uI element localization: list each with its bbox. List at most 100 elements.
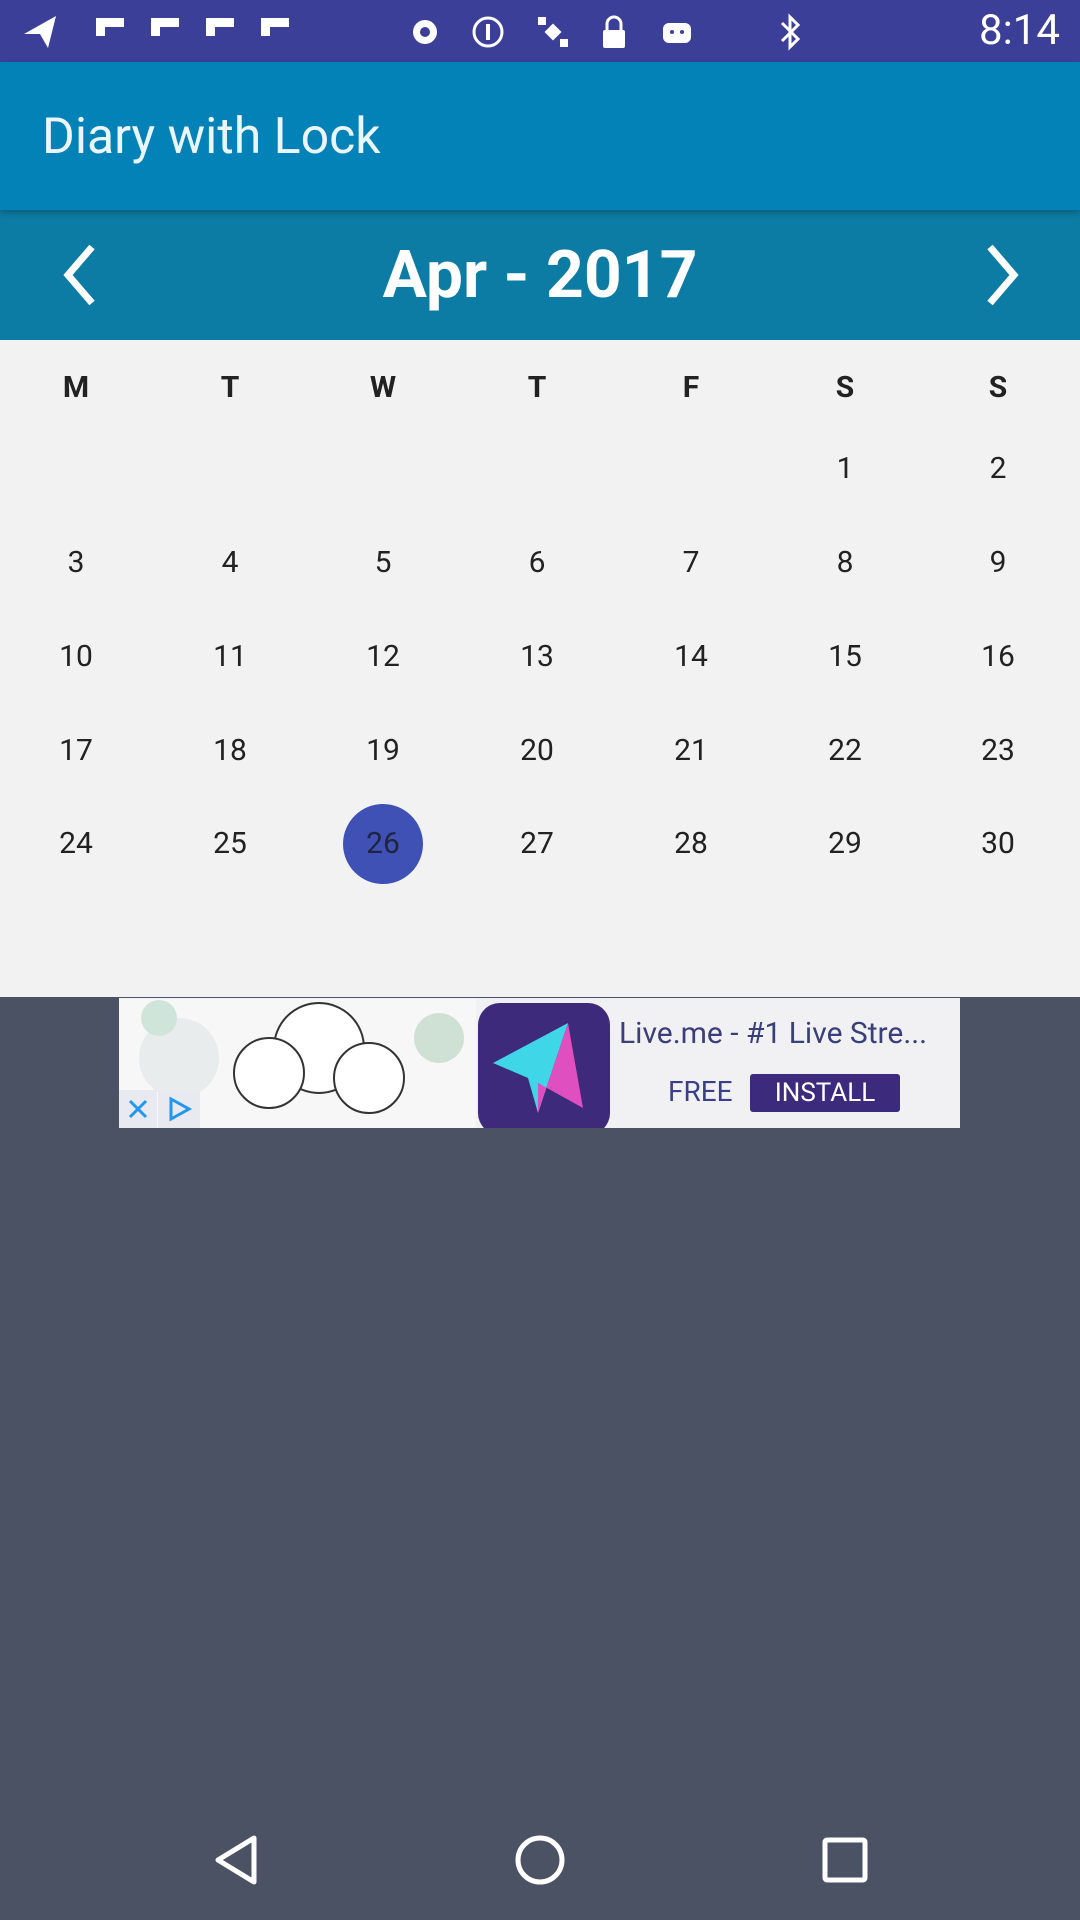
calendar-grid: M T W T F S S 1 2 3 4 5 6 7 8 9 10 11 12 13 14 15 16 17 1… xyxy=(0,340,1080,997)
app-title: Diary with Lock xyxy=(42,108,381,166)
info-icon xyxy=(468,12,508,52)
calendar-day[interactable]: 15 xyxy=(795,627,895,687)
calendar-day[interactable]: 4 xyxy=(180,533,280,593)
chevron-right-icon xyxy=(987,244,1019,306)
calendar-day[interactable]: 24 xyxy=(26,814,126,874)
calendar-day[interactable]: 28 xyxy=(641,814,741,874)
calendar-day-label: 22 xyxy=(828,733,862,768)
android-icon xyxy=(657,12,697,52)
calendar-day[interactable]: 9 xyxy=(948,533,1048,593)
calendar-day-label: 12 xyxy=(366,639,400,674)
calendar-day[interactable]: 8 xyxy=(795,533,895,593)
weekday-label: M xyxy=(62,370,90,405)
calendar-day[interactable]: 16 xyxy=(948,627,1048,687)
calendar-day-selected[interactable]: 26 xyxy=(333,804,433,884)
calendar-day-label: 21 xyxy=(674,733,708,768)
back-button[interactable] xyxy=(206,1830,266,1890)
ad-app-icon[interactable] xyxy=(478,1003,610,1128)
ad-banner[interactable]: Live.me - #1 Live Stre... FREE INSTALL xyxy=(119,998,960,1128)
calendar-day-label: 26 xyxy=(366,826,400,861)
calendar-day-label: 14 xyxy=(674,639,708,674)
calendar-day-label: 13 xyxy=(520,639,554,674)
weekday-label: W xyxy=(369,370,397,405)
calendar-day-label: 27 xyxy=(520,826,554,861)
system-nav-bar xyxy=(0,1800,1080,1920)
calendar-day[interactable]: 22 xyxy=(795,721,895,781)
lock-icon xyxy=(594,12,634,52)
calendar-day[interactable]: 12 xyxy=(333,627,433,687)
calendar-day-label: 16 xyxy=(981,639,1015,674)
calendar-day[interactable]: 14 xyxy=(641,627,741,687)
calendar-day[interactable]: 10 xyxy=(26,627,126,687)
calendar-day[interactable]: 5 xyxy=(333,533,433,593)
weekday-label: S xyxy=(835,370,855,405)
calendar-day-label: 4 xyxy=(221,545,239,580)
ad-install-button[interactable]: INSTALL xyxy=(750,1074,900,1112)
ad-close-icon[interactable] xyxy=(119,1090,157,1128)
back-triangle-icon xyxy=(215,1835,257,1885)
calendar-day[interactable]: 30 xyxy=(948,814,1048,874)
calendar-day[interactable]: 23 xyxy=(948,721,1048,781)
calendar-day[interactable]: 1 xyxy=(795,439,895,499)
flipboard-icon xyxy=(145,12,185,52)
calendar-day[interactable]: 6 xyxy=(487,533,587,593)
status-bar: 8:14 xyxy=(0,0,1080,62)
calendar-day-label: 20 xyxy=(520,733,554,768)
calendar-day-label: 2 xyxy=(989,451,1007,486)
calendar-day-label: 1 xyxy=(836,451,854,486)
weekday-label: T xyxy=(527,370,547,405)
send-icon xyxy=(20,12,60,52)
home-circle-icon xyxy=(515,1835,565,1885)
next-month-button[interactable] xyxy=(962,235,1042,315)
flipboard-icon xyxy=(200,12,240,52)
satellite-icon xyxy=(533,12,573,52)
calendar-day-label: 25 xyxy=(213,826,247,861)
bluetooth-icon xyxy=(771,12,811,52)
recents-square-icon xyxy=(822,1837,868,1883)
home-button[interactable] xyxy=(510,1830,570,1890)
calendar-day-label: 5 xyxy=(374,545,392,580)
calendar-day[interactable]: 21 xyxy=(641,721,741,781)
calendar-day-label: 18 xyxy=(213,733,247,768)
calendar-day-label: 7 xyxy=(682,545,700,580)
weekday-header: M T W T F S S xyxy=(0,358,1080,418)
calendar-day[interactable]: 29 xyxy=(795,814,895,874)
ad-headline[interactable]: Live.me - #1 Live Stre... xyxy=(619,1014,927,1054)
calendar-day[interactable]: 20 xyxy=(487,721,587,781)
calendar-day[interactable]: 3 xyxy=(26,533,126,593)
month-bar: Apr - 2017 xyxy=(0,210,1080,340)
app-bar: Diary with Lock xyxy=(0,62,1080,210)
calendar-day[interactable]: 17 xyxy=(26,721,126,781)
calendar-day-label: 6 xyxy=(528,545,546,580)
status-time: 8:14 xyxy=(979,6,1060,55)
calendar-day[interactable]: 2 xyxy=(948,439,1048,499)
flipboard-icon xyxy=(255,12,295,52)
calendar-day[interactable]: 25 xyxy=(180,814,280,874)
calendar-day-label: 15 xyxy=(828,639,862,674)
calendar-day[interactable]: 27 xyxy=(487,814,587,874)
ad-free-label: FREE xyxy=(668,1075,733,1108)
flipboard-icon xyxy=(90,12,130,52)
month-title: Apr - 2017 xyxy=(382,237,698,314)
calendar-day-label: 17 xyxy=(59,733,93,768)
weekday-label: T xyxy=(220,370,240,405)
ad-choices-icon[interactable] xyxy=(158,1090,200,1128)
calendar-day-label: 24 xyxy=(59,826,93,861)
weekday-label: F xyxy=(682,370,700,405)
calendar-day-label: 10 xyxy=(59,639,93,674)
calendar-day-label: 9 xyxy=(989,545,1007,580)
calendar-day-label: 30 xyxy=(981,826,1015,861)
calendar-day-label: 23 xyxy=(981,733,1015,768)
calendar-day[interactable]: 11 xyxy=(180,627,280,687)
calendar-day-label: 8 xyxy=(836,545,854,580)
record-icon xyxy=(405,12,445,52)
calendar-day-label: 3 xyxy=(67,545,85,580)
calendar-day[interactable]: 19 xyxy=(333,721,433,781)
recents-button[interactable] xyxy=(815,1830,875,1890)
calendar-day-label: 29 xyxy=(828,826,862,861)
calendar-day[interactable]: 18 xyxy=(180,721,280,781)
calendar-day-label: 11 xyxy=(213,639,247,674)
calendar-day[interactable]: 13 xyxy=(487,627,587,687)
calendar-day[interactable]: 7 xyxy=(641,533,741,593)
weekday-label: S xyxy=(988,370,1008,405)
